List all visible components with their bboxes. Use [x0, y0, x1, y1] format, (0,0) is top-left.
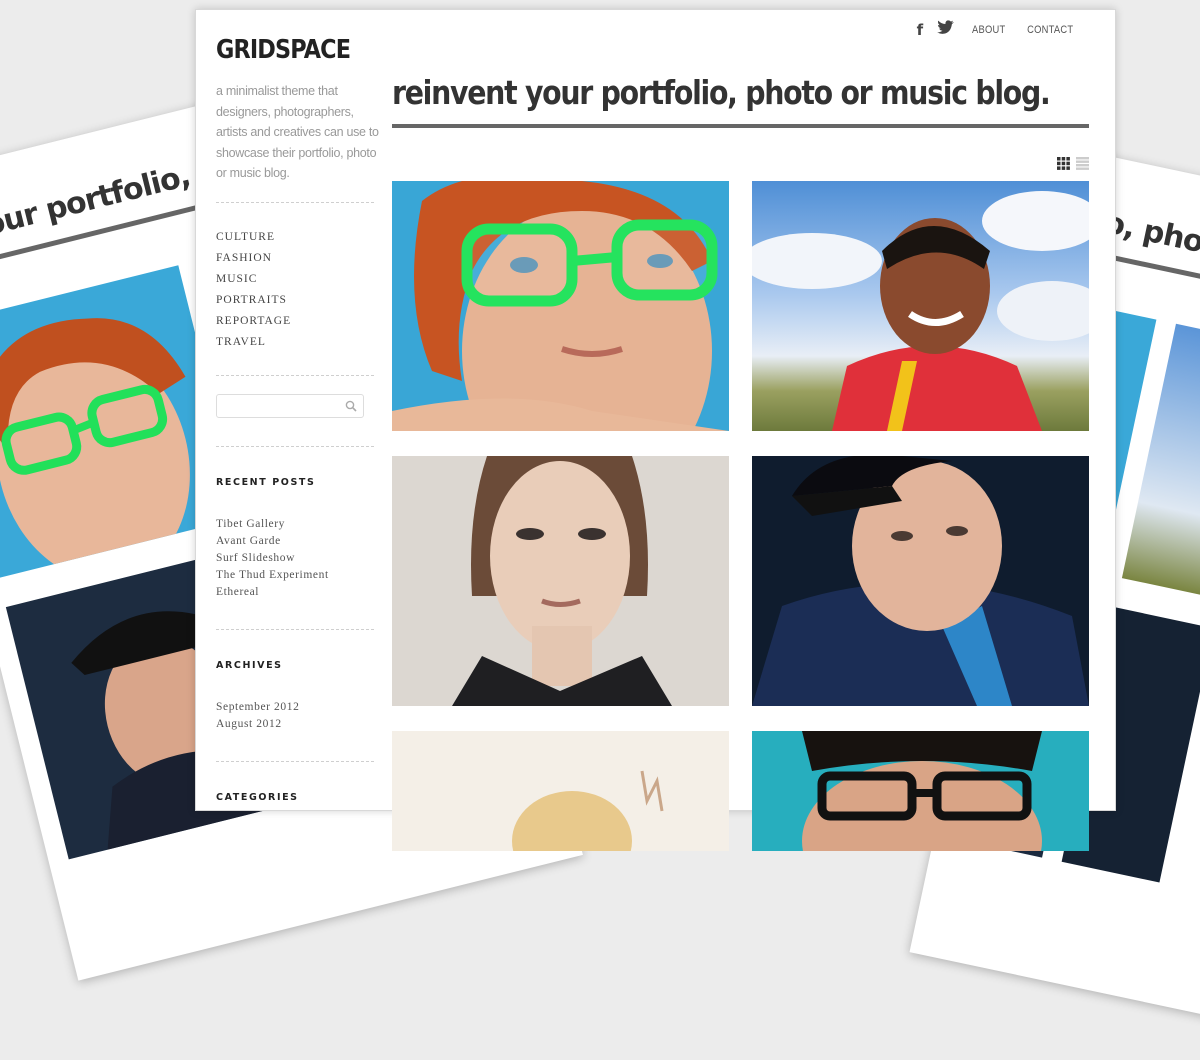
archive-link[interactable]: August 2012 — [216, 716, 376, 733]
portfolio-thumbnail[interactable] — [752, 456, 1089, 706]
list-view-icon[interactable] — [1076, 157, 1089, 175]
search-icon[interactable] — [345, 399, 357, 417]
site-logo[interactable]: GRIDSPACE — [216, 35, 354, 65]
nav-about-link[interactable]: ABOUT — [972, 24, 1005, 36]
archives-title: ARCHIVES — [216, 659, 283, 671]
divider — [216, 628, 374, 630]
top-nav: f ABOUT CONTACT — [917, 20, 1077, 39]
portfolio-thumbnail[interactable] — [752, 181, 1089, 431]
categories-widget-title: CATEGORIES — [216, 791, 299, 803]
photo-boy-red-robe — [752, 191, 1089, 431]
category-nav-item-fashion[interactable]: FASHION — [216, 248, 376, 269]
grid-view-icon[interactable] — [1057, 157, 1070, 175]
divider — [216, 760, 374, 762]
page-headline: reinvent your portfolio, photo or music … — [392, 73, 1051, 112]
nav-contact-link[interactable]: CONTACT — [1027, 24, 1073, 36]
portfolio-thumbnail[interactable] — [392, 731, 729, 851]
search-input[interactable] — [221, 394, 345, 417]
photo-man-black-glasses-partial — [752, 731, 1089, 851]
divider — [216, 201, 374, 203]
recent-post-link[interactable]: Ethereal — [216, 584, 376, 601]
site-tagline: a minimalist theme that designers, photo… — [216, 84, 379, 180]
archives-list: September 2012 August 2012 — [216, 699, 376, 733]
portfolio-thumbnail[interactable] — [752, 731, 1089, 851]
category-nav-item-travel[interactable]: TRAVEL — [216, 332, 376, 353]
category-nav: CULTURE FASHION MUSIC PORTRAITS REPORTAG… — [216, 227, 376, 353]
portfolio-thumbnail[interactable] — [392, 456, 729, 706]
sidebar: GRIDSPACE a minimalist theme that design… — [216, 10, 379, 803]
divider — [216, 445, 374, 447]
photo-woman-portrait — [392, 456, 729, 706]
category-nav-item-portraits[interactable]: PORTRAITS — [216, 290, 376, 311]
view-toggle — [1057, 157, 1089, 175]
main-page: GRIDSPACE a minimalist theme that design… — [195, 9, 1116, 851]
recent-post-link[interactable]: The Thud Experiment — [216, 567, 376, 584]
recent-post-link[interactable]: Surf Slideshow — [216, 550, 376, 567]
photo-blonde-partial — [392, 731, 729, 851]
category-nav-item-culture[interactable]: CULTURE — [216, 227, 376, 248]
divider — [216, 374, 374, 376]
search-box — [216, 393, 364, 418]
photo-redhead-green-glasses — [392, 181, 729, 431]
portfolio-thumbnail[interactable] — [392, 181, 729, 431]
recent-post-link[interactable]: Tibet Gallery — [216, 516, 376, 533]
recent-posts-list: Tibet Gallery Avant Garde Surf Slideshow… — [216, 516, 376, 601]
archive-link[interactable]: September 2012 — [216, 699, 376, 716]
recent-posts-title: RECENT POSTS — [216, 476, 316, 488]
headline-rule — [392, 124, 1089, 128]
recent-post-link[interactable]: Avant Garde — [216, 533, 376, 550]
facebook-icon[interactable]: f — [917, 21, 924, 39]
category-nav-item-reportage[interactable]: REPORTAGE — [216, 311, 376, 332]
category-nav-item-music[interactable]: MUSIC — [216, 269, 376, 290]
twitter-icon[interactable] — [937, 20, 955, 39]
photo-man-with-hat — [752, 456, 1089, 706]
